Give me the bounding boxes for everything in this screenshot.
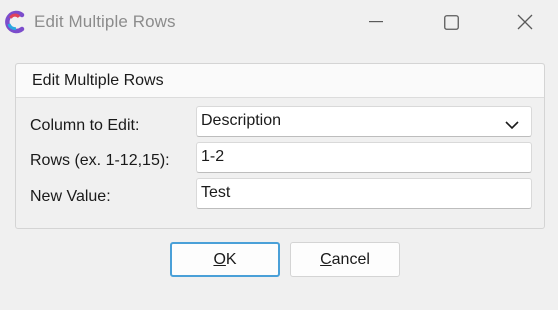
new-value-input-value: Test: [201, 184, 231, 201]
ok-button[interactable]: OK: [170, 242, 280, 277]
app-logo-icon: [4, 10, 26, 34]
cancel-button[interactable]: Cancel: [290, 242, 400, 277]
cancel-label-rest: ancel: [331, 250, 370, 268]
rows-label: Rows (ex. 1-12,15):: [30, 152, 170, 169]
group-header: Edit Multiple Rows: [16, 64, 544, 98]
column-select[interactable]: Description: [196, 106, 532, 137]
maximize-button[interactable]: [425, 0, 477, 44]
window-title: Edit Multiple Rows: [34, 12, 176, 31]
maximize-icon: [443, 14, 459, 30]
new-value-input[interactable]: Test: [196, 178, 532, 209]
close-icon: [517, 14, 533, 30]
edit-rows-group: Edit Multiple Rows Column to Edit: Descr…: [15, 63, 545, 229]
ok-mnemonic: O: [213, 250, 226, 268]
rows-input[interactable]: 1-2: [196, 142, 532, 173]
rows-input-value: 1-2: [201, 148, 225, 165]
group-title: Edit Multiple Rows: [32, 72, 164, 89]
ok-label-rest: K: [225, 250, 237, 268]
minimize-button[interactable]: [350, 0, 402, 44]
minimize-icon: [369, 21, 383, 23]
title-bar: Edit Multiple Rows: [0, 0, 558, 46]
column-select-value: Description: [201, 112, 282, 129]
column-to-edit-label: Column to Edit:: [30, 117, 140, 134]
cancel-mnemonic: C: [320, 250, 332, 268]
close-button[interactable]: [499, 0, 551, 44]
chevron-down-icon: [505, 117, 519, 135]
new-value-label: New Value:: [30, 188, 111, 205]
